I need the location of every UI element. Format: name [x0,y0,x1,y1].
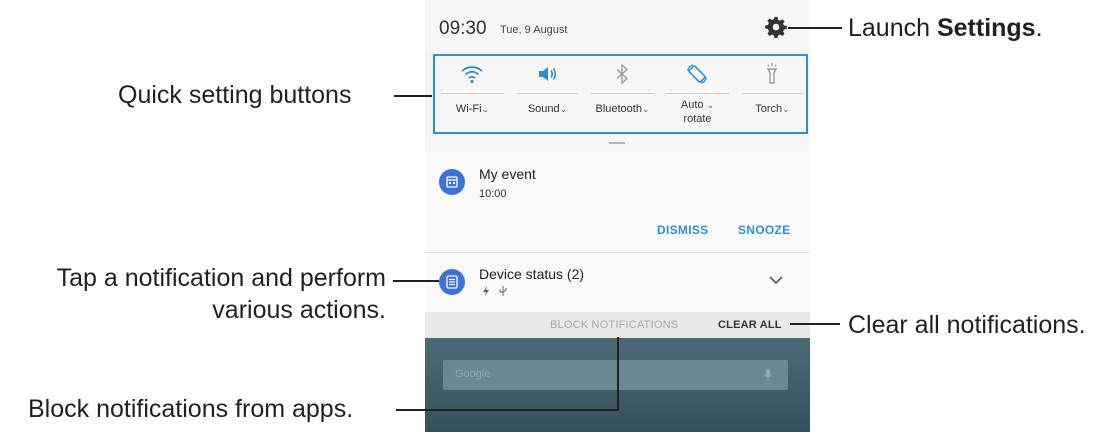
clear-all-callout: Clear all notifications. [848,311,1086,339]
qs-label: Torch⌄ [755,103,790,115]
dismiss-button[interactable]: DISMISS [657,223,708,237]
block-leader-vertical [617,337,619,411]
chevron-down-icon[interactable] [769,275,783,285]
drag-handle[interactable] [609,142,625,144]
notification-footer: BLOCK NOTIFICATIONS CLEAR ALL [425,312,810,338]
search-hint: Google [455,368,491,380]
quick-setting-bluetooth[interactable]: Bluetooth⌄ [585,56,660,132]
notification-title: My event [479,166,536,182]
separator [666,93,729,94]
block-callout: Block notifications from apps. [28,395,354,423]
notification-time: 10:00 [479,188,507,200]
clear-all-leader-line [790,323,840,325]
google-search-bar[interactable]: Google [443,360,788,390]
clock: 09:30 [439,18,487,39]
separator [516,93,579,94]
charging-icon [483,286,489,296]
date: Tue, 9 August [500,24,568,36]
calendar-icon [439,169,465,195]
quick-settings-panel: Wi-Fi⌄ Sound⌄ Bluetooth⌄ Auto ⌄ rotate T… [433,54,808,134]
panel-drag-area[interactable] [425,134,810,153]
bluetooth-icon [616,63,629,85]
tap-callout-line1: Tap a notification and perform [56,264,386,292]
block-notifications-button[interactable]: BLOCK NOTIFICATIONS [550,319,678,331]
qs-label: Bluetooth⌄ [595,103,650,115]
quick-setting-torch[interactable]: Torch⌄ [735,56,810,132]
divider [425,252,810,253]
separator [591,93,654,94]
quick-setting-auto-rotate[interactable]: Auto ⌄ rotate [660,56,735,132]
settings-gear-icon[interactable] [765,16,787,38]
qs-label: Wi-Fi⌄ [455,103,490,115]
quick-settings-leader-line [394,95,432,97]
wifi-icon [461,66,483,84]
usb-icon [499,286,507,296]
torch-icon [766,63,778,84]
snooze-button[interactable]: SNOOZE [738,223,790,237]
settings-leader-line [788,27,842,29]
qs-label: Sound⌄ [527,103,568,115]
list-icon [439,269,465,295]
settings-callout: Launch Settings. [848,14,1043,42]
notification-title: Device status (2) [479,266,585,282]
quick-setting-sound[interactable]: Sound⌄ [510,56,585,132]
block-leader-horizontal [396,409,619,411]
tap-callout-line2: various actions. [212,296,386,324]
sound-icon [539,67,557,81]
tap-leader-line [393,280,439,282]
quick-settings-callout: Quick setting buttons [118,81,352,109]
qs-label: Auto ⌄ rotate [680,99,715,125]
clear-all-button[interactable]: CLEAR ALL [718,319,782,331]
mic-icon[interactable] [763,368,773,382]
quick-setting-wifi[interactable]: Wi-Fi⌄ [435,56,510,132]
status-bar: 09:30 Tue, 9 August [425,0,810,52]
auto-rotate-icon [687,64,707,84]
notification-list: My event 10:00 DISMISS SNOOZE Device sta… [425,152,810,312]
separator [441,93,504,94]
separator [741,93,804,94]
